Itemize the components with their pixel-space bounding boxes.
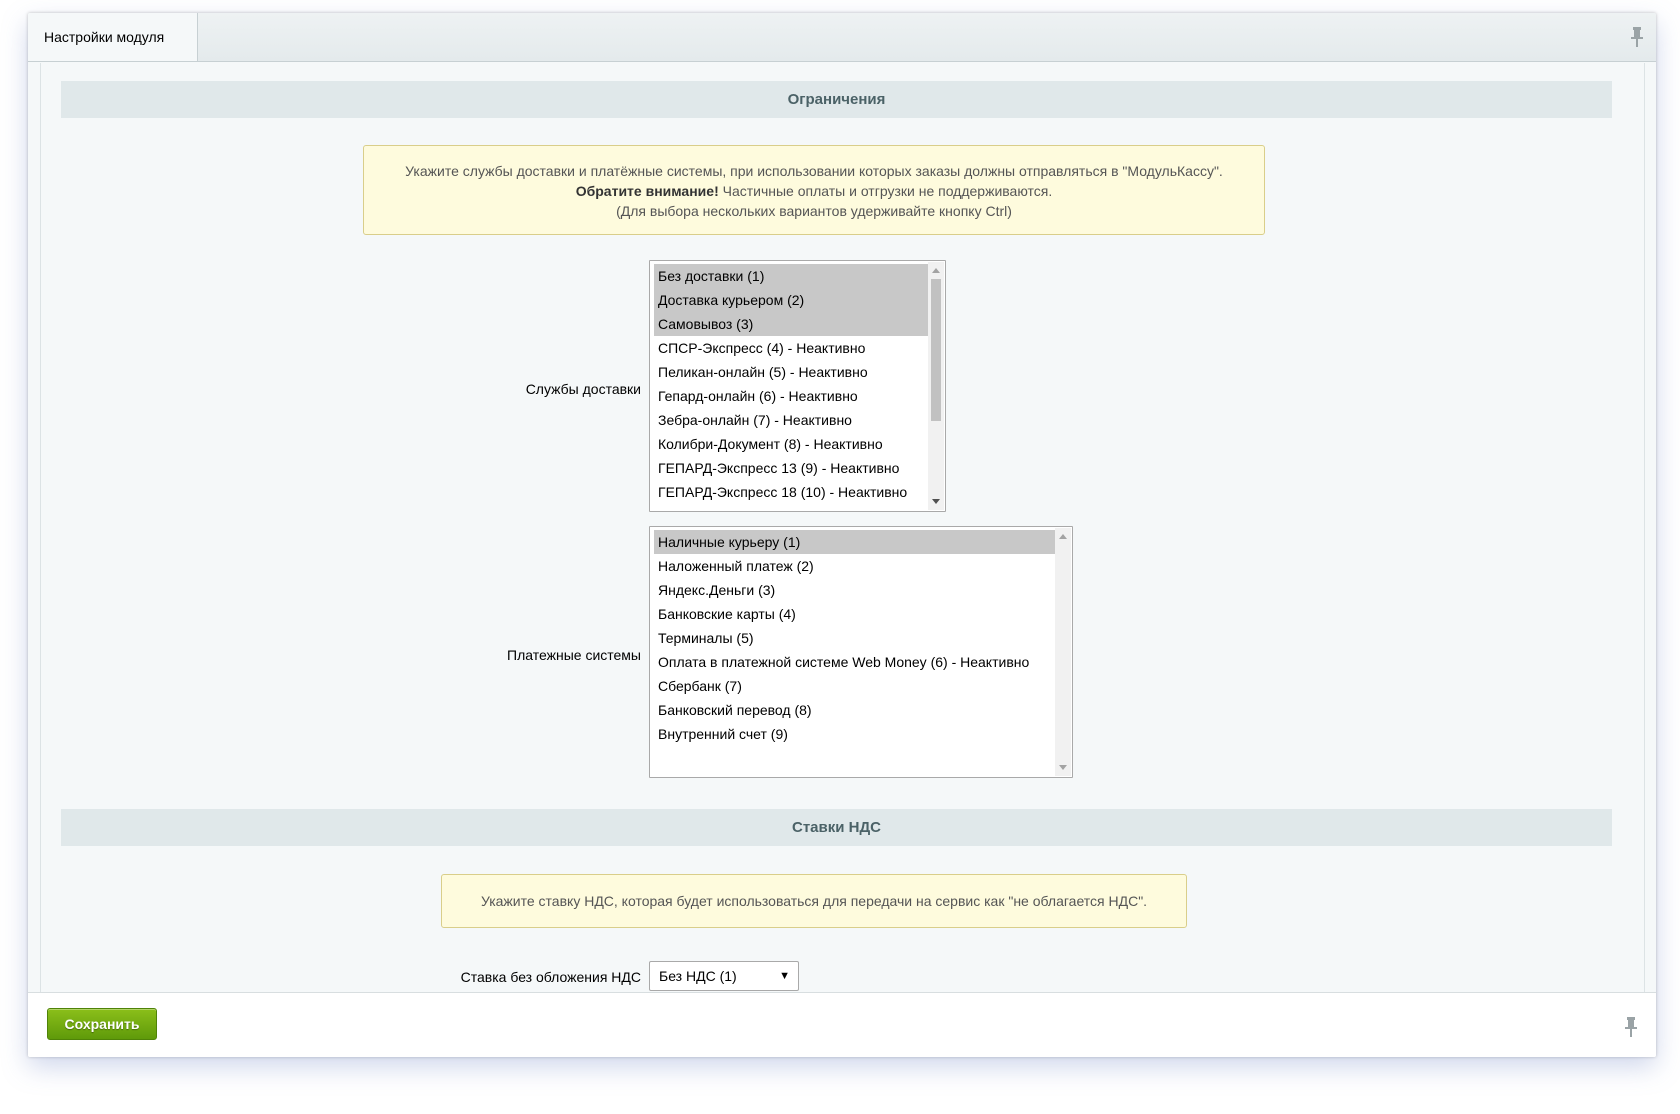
payment-options: Наличные курьеру (1) Наложенный платеж (2… xyxy=(650,527,1072,746)
vat-exempt-select[interactable]: Без НДС (1) ▼ xyxy=(649,961,799,991)
list-option[interactable]: СПСР-Экспресс (4) - Неактивно xyxy=(654,336,942,360)
list-option[interactable]: Гепард-онлайн (6) - Неактивно xyxy=(654,384,942,408)
section-heading-restrictions: Ограничения xyxy=(61,81,1612,118)
pin-icon[interactable] xyxy=(1624,1017,1638,1037)
vat-exempt-label: Ставка без обложения НДС xyxy=(460,969,641,985)
chevron-down-icon: ▼ xyxy=(779,970,790,982)
list-option[interactable]: Самовывоз (3) xyxy=(654,312,942,336)
tab-bar: Настройки модуля xyxy=(28,13,1656,62)
scroll-down-icon[interactable] xyxy=(932,499,940,504)
delivery-scrollbar[interactable] xyxy=(928,262,944,510)
list-option[interactable]: Колибри-Документ (8) - Неактивно xyxy=(654,432,942,456)
settings-content: Ограничения Укажите службы доставки и пл… xyxy=(40,63,1645,1003)
notice-line-3: (Для выбора нескольких вариантов удержив… xyxy=(616,203,1012,219)
list-option[interactable]: Терминалы (5) xyxy=(654,626,1069,650)
section-heading-vat: Ставки НДС xyxy=(61,809,1612,846)
notice-warning: Обратите внимание! xyxy=(575,183,719,199)
notice-line-2-text: Частичные оплаты и отгрузки не поддержив… xyxy=(718,183,1053,199)
list-option[interactable]: Наличные курьеру (1) xyxy=(654,530,1069,554)
payment-systems-label: Платежные системы xyxy=(507,647,641,663)
list-option[interactable]: Зебра-онлайн (7) - Неактивно xyxy=(654,408,942,432)
list-option[interactable]: Наложенный платеж (2) xyxy=(654,554,1069,578)
list-option[interactable]: Доставка курьером (2) xyxy=(654,288,942,312)
list-option[interactable]: ГЕПАРД-Экспресс 18 (10) - Неактивно xyxy=(654,480,942,504)
payment-scrollbar[interactable] xyxy=(1055,528,1071,776)
notice-line-1: Укажите службы доставки и платёжные сист… xyxy=(405,163,1223,179)
notice-line-2: Обратите внимание! Частичные оплаты и от… xyxy=(364,181,1264,201)
payment-systems-listbox[interactable]: Наличные курьеру (1) Наложенный платеж (2… xyxy=(649,526,1073,778)
delivery-options: Без доставки (1) Доставка курьером (2) Сам… xyxy=(650,261,945,504)
list-option[interactable]: Банковские карты (4) xyxy=(654,602,1069,626)
module-settings-window: Настройки модуля Ограничения Укажите слу… xyxy=(28,13,1656,1057)
list-option[interactable]: Оплата в платежной системе Web Money (6)… xyxy=(654,650,1069,674)
vat-exempt-value: Без НДС (1) xyxy=(659,968,737,984)
scroll-up-icon[interactable] xyxy=(932,268,940,273)
list-option[interactable]: Без доставки (1) xyxy=(654,264,942,288)
list-option[interactable]: Внутренний счет (9) xyxy=(654,722,1069,746)
list-option[interactable]: Банковский перевод (8) xyxy=(654,698,1069,722)
delivery-services-label: Службы доставки xyxy=(525,381,641,397)
list-option[interactable]: Яндекс.Деньги (3) xyxy=(654,578,1069,602)
scroll-thumb[interactable] xyxy=(931,279,941,421)
list-option[interactable]: Сбербанк (7) xyxy=(654,674,1069,698)
pin-icon[interactable] xyxy=(1630,27,1644,47)
restrictions-notice: Укажите службы доставки и платёжные сист… xyxy=(363,145,1265,235)
footer-bar: Сохранить xyxy=(28,992,1656,1057)
delivery-services-listbox[interactable]: Без доставки (1) Доставка курьером (2) Сам… xyxy=(649,260,946,512)
scroll-down-icon[interactable] xyxy=(1059,765,1067,770)
list-option[interactable]: Пеликан-онлайн (5) - Неактивно xyxy=(654,360,942,384)
tab-module-settings[interactable]: Настройки модуля xyxy=(28,13,198,61)
list-option[interactable]: ГЕПАРД-Экспресс 13 (9) - Неактивно xyxy=(654,456,942,480)
save-button[interactable]: Сохранить xyxy=(47,1008,157,1040)
scroll-up-icon[interactable] xyxy=(1059,534,1067,539)
vat-notice: Укажите ставку НДС, которая будет исполь… xyxy=(441,874,1187,928)
